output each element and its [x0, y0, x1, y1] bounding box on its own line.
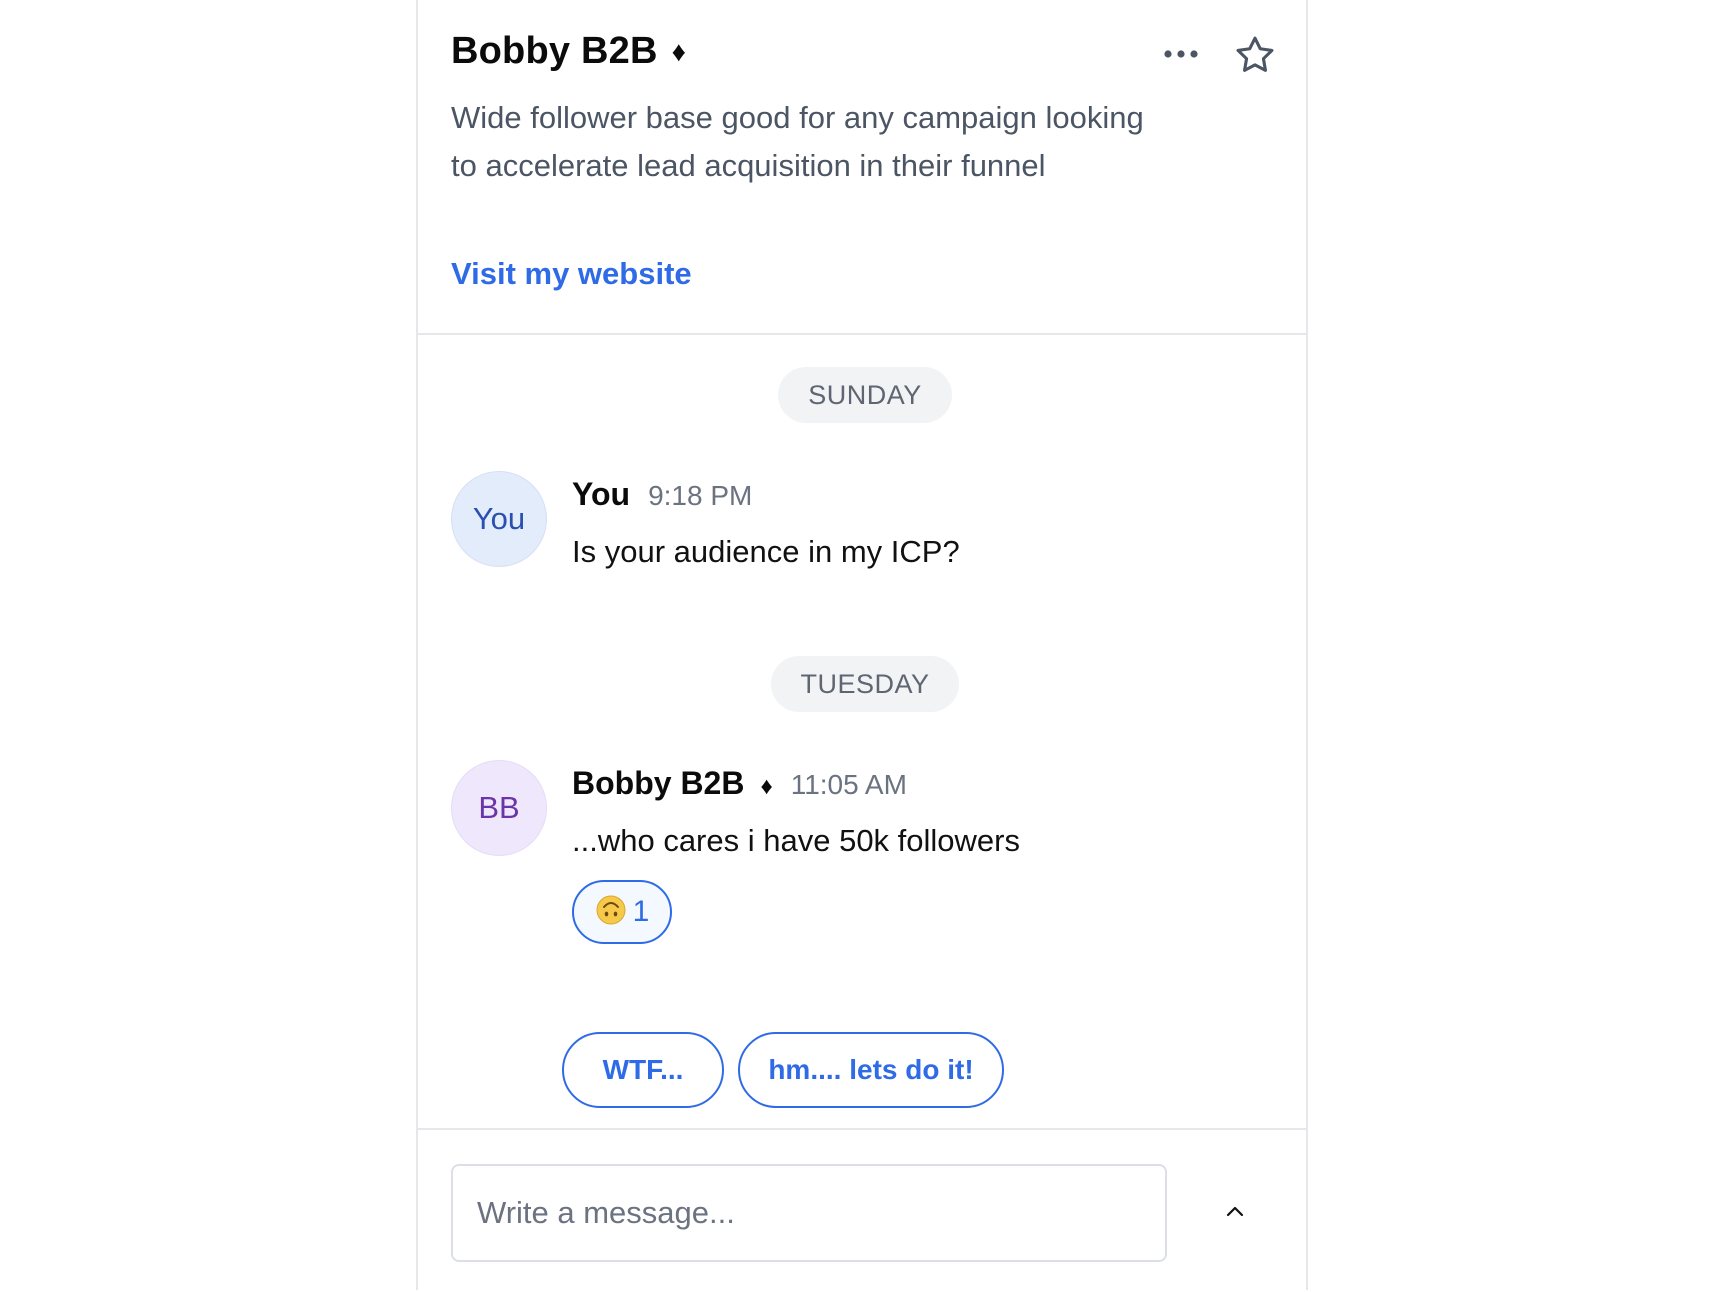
message-header: Bobby B2B ♦ 11:05 AM [572, 765, 907, 802]
quick-reply-button[interactable]: hm.... lets do it! [738, 1032, 1004, 1108]
more-horizontal-icon [1164, 50, 1198, 58]
message-text: ...who cares i have 50k followers [572, 823, 1020, 858]
profile-description: Wide follower base good for any campaign… [451, 100, 1144, 183]
visit-website-link[interactable]: Visit my website [451, 256, 692, 292]
message-sender: You [572, 476, 631, 512]
message-timestamp: 9:18 PM [648, 480, 753, 511]
verified-diamond-icon: ♦ [671, 35, 686, 67]
message-header: You 9:18 PM [572, 476, 752, 513]
message-composer [418, 1128, 1306, 1292]
day-separator-sunday: SUNDAY [778, 367, 952, 423]
reaction-count: 1 [632, 895, 650, 928]
reaction-button[interactable]: 1 [572, 880, 672, 944]
avatar[interactable]: BB [451, 760, 547, 856]
chat-panel: Bobby B2B ♦ Wide follower base good for … [416, 0, 1308, 1290]
profile-header: Bobby B2B ♦ Wide follower base good for … [418, 0, 1306, 335]
verified-diamond-icon: ♦ [760, 773, 773, 800]
quick-reply-button[interactable]: WTF... [562, 1032, 724, 1108]
message-input[interactable] [451, 1164, 1167, 1262]
favorite-button[interactable] [1228, 28, 1282, 82]
message-text: Is your audience in my ICP? [572, 534, 960, 569]
expand-composer-button[interactable] [1213, 1190, 1257, 1234]
message-timestamp: 11:05 AM [790, 769, 907, 800]
upside-down-face-emoji-icon [595, 894, 627, 931]
profile-name: Bobby B2B [451, 30, 658, 72]
avatar[interactable]: You [451, 471, 547, 567]
profile-title-row: Bobby B2B ♦ [451, 30, 686, 73]
more-options-button[interactable] [1153, 34, 1209, 74]
day-separator-tuesday: TUESDAY [771, 656, 959, 712]
message-sender: Bobby B2B [572, 765, 745, 801]
star-outline-icon [1236, 36, 1274, 72]
chevron-up-icon [1226, 1206, 1244, 1217]
